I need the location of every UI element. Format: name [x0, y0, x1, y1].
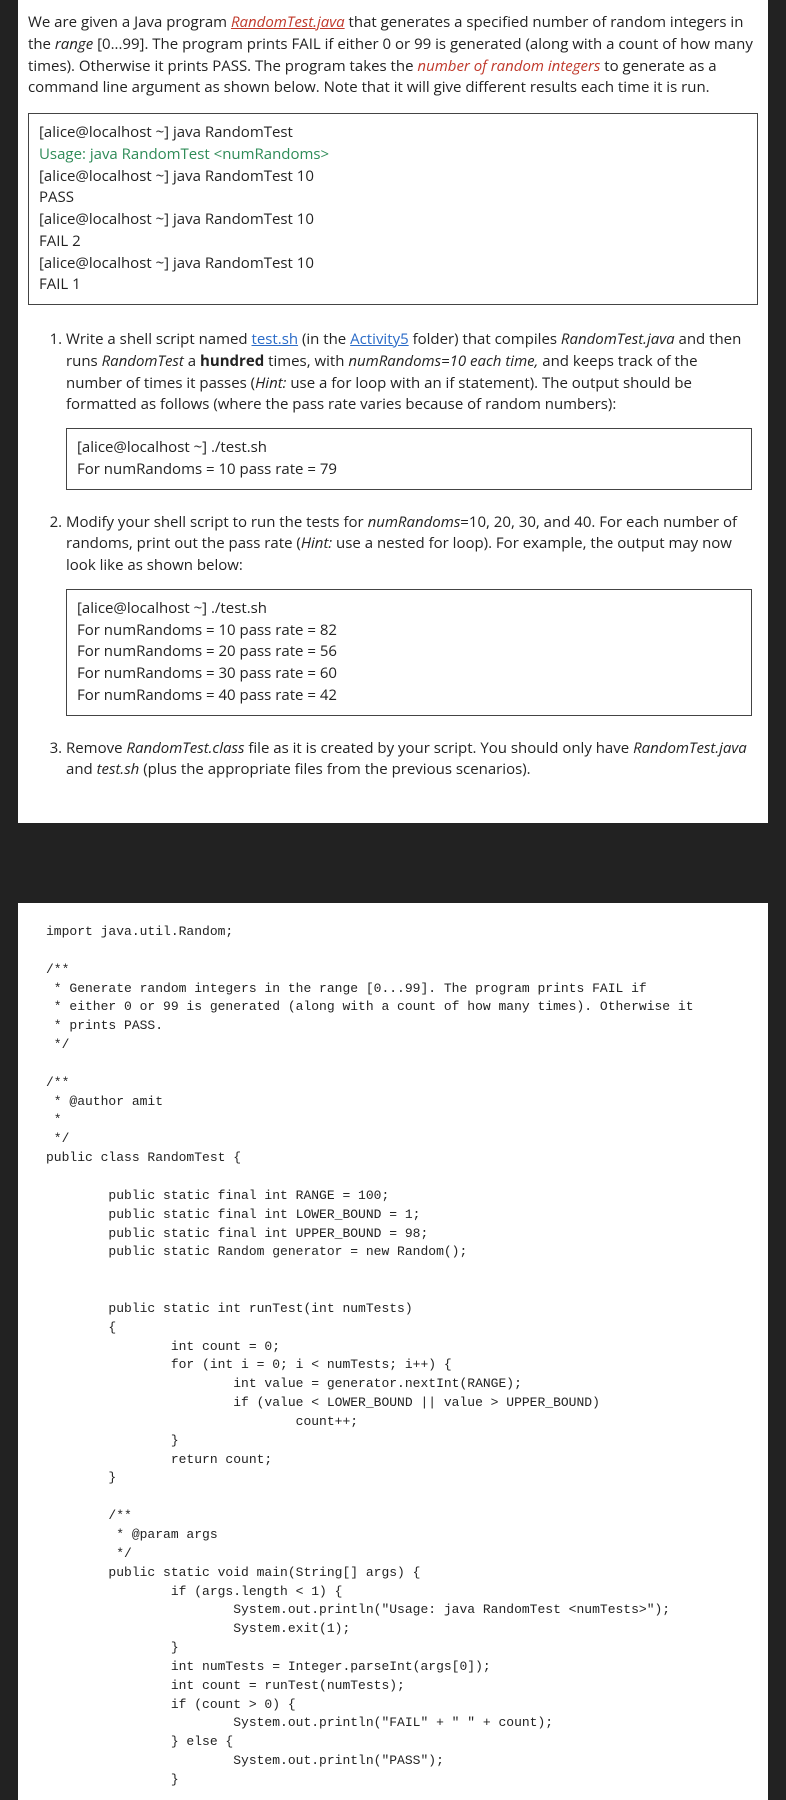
- term-line: FAIL 1: [39, 274, 747, 296]
- term-line: [alice@localhost ~] java RandomTest 10: [39, 166, 747, 188]
- hint: Hint:: [301, 533, 332, 553]
- question-3: Remove RandomTest.class file as it is cr…: [66, 738, 758, 782]
- q1-output-box: [alice@localhost ~] ./test.sh For numRan…: [66, 428, 752, 490]
- hint: Hint:: [255, 373, 286, 393]
- text: (plus the appropriate files from the pre…: [139, 759, 530, 779]
- text: and: [66, 759, 97, 779]
- text: (in the: [298, 329, 350, 349]
- term-line: [alice@localhost ~] java RandomTest 10: [39, 209, 747, 231]
- rt: RandomTest: [102, 351, 184, 371]
- range-word: range: [55, 34, 93, 54]
- out-line: For numRandoms = 30 pass rate = 60: [77, 663, 741, 685]
- testsh: test.sh: [97, 759, 140, 779]
- term-line: PASS: [39, 187, 747, 209]
- out-line: For numRandoms = 10 pass rate = 79: [77, 459, 741, 481]
- terminal-example-1: [alice@localhost ~] java RandomTest Usag…: [28, 113, 758, 305]
- text: folder) that compiles: [409, 329, 561, 349]
- red-arg: number of random integers: [417, 56, 600, 76]
- intro-paragraph: We are given a Java program RandomTest.j…: [28, 12, 758, 99]
- term-line: [alice@localhost ~] java RandomTest: [39, 122, 747, 144]
- q2-output-box: [alice@localhost ~] ./test.sh For numRan…: [66, 589, 752, 716]
- text: We are given a Java program: [28, 12, 231, 32]
- randomtest-link[interactable]: RandomTest.java: [231, 12, 345, 32]
- question-2: Modify your shell script to run the test…: [66, 512, 758, 716]
- activity5-link[interactable]: Activity5: [350, 329, 409, 349]
- out-line: For numRandoms = 20 pass rate = 56: [77, 641, 741, 663]
- text: Write a shell script named: [66, 329, 252, 349]
- out-line: [alice@localhost ~] ./test.sh: [77, 598, 741, 620]
- assignment-card: We are given a Java program RandomTest.j…: [18, 0, 768, 823]
- out-line: For numRandoms = 40 pass rate = 42: [77, 685, 741, 707]
- question-list: Write a shell script named test.sh (in t…: [28, 329, 758, 781]
- term-line: [alice@localhost ~] java RandomTest 10: [39, 253, 747, 275]
- nr10: numRandoms=10 each time,: [348, 351, 538, 371]
- hundred: hundred: [200, 351, 264, 371]
- text: Modify your shell script to run the test…: [66, 512, 368, 532]
- question-1: Write a shell script named test.sh (in t…: [66, 329, 758, 490]
- term-line-usage: Usage: java RandomTest <numRandoms>: [39, 144, 747, 166]
- text: file as it is created by your script. Yo…: [244, 738, 633, 758]
- rtj: RandomTest.java: [633, 738, 747, 758]
- rtclass: RandomTest.class: [126, 738, 244, 758]
- testsh-link[interactable]: test.sh: [252, 329, 299, 349]
- rtj: RandomTest.java: [561, 329, 675, 349]
- text: Remove: [66, 738, 126, 758]
- term-line: FAIL 2: [39, 231, 747, 253]
- nr: numRandoms: [368, 512, 461, 532]
- code-listing: import java.util.Random; /** * Generate …: [18, 903, 768, 1800]
- out-line: [alice@localhost ~] ./test.sh: [77, 437, 741, 459]
- text: times, with: [264, 351, 348, 371]
- text: a: [184, 351, 200, 371]
- out-line: For numRandoms = 10 pass rate = 82: [77, 620, 741, 642]
